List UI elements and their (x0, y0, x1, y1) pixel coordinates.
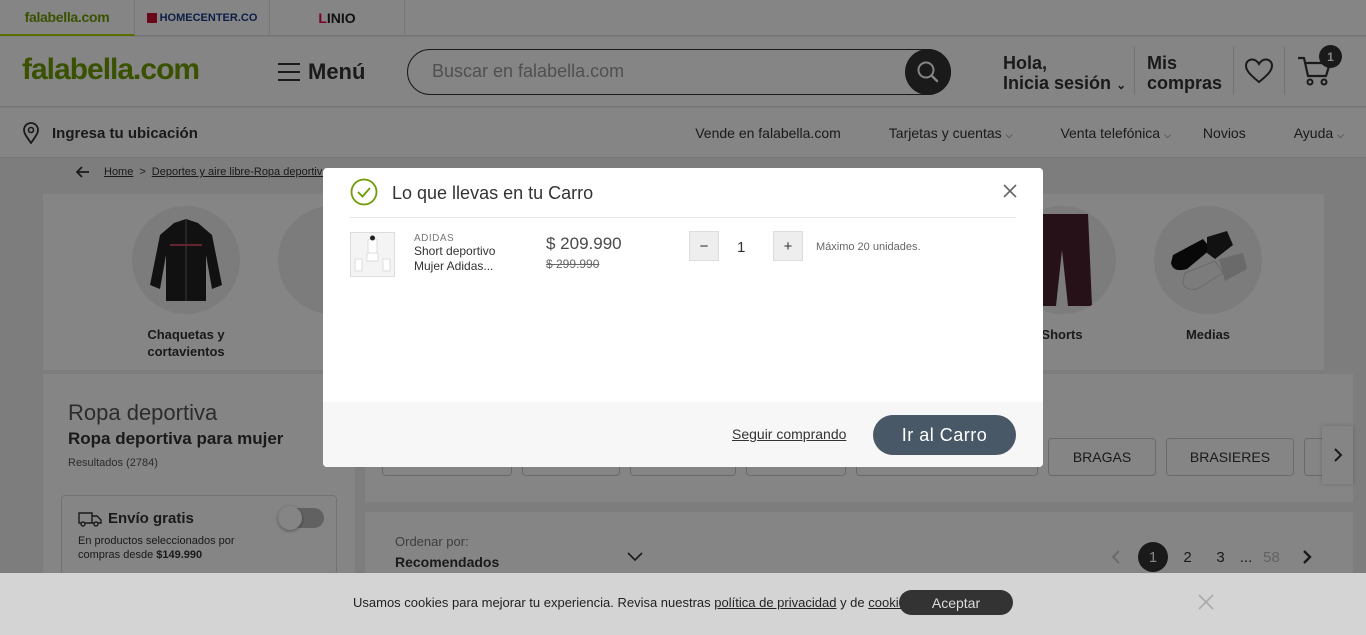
cookie-banner: Usamos cookies para mejorar tu experienc… (0, 573, 1366, 635)
privacy-policy-link[interactable]: política de privacidad (714, 595, 836, 610)
qty-value: 1 (737, 239, 746, 256)
qty-increase-button[interactable]: + (773, 231, 803, 261)
product-name: Short deportivo Mujer Adidas... (414, 244, 496, 273)
product-old-price: $ 299.990 (546, 257, 600, 271)
product-thumbnail (350, 232, 395, 277)
divider (350, 217, 1016, 218)
cookie-text-part: Usamos cookies para mejorar tu experienc… (353, 595, 711, 610)
qty-decrease-button[interactable]: − (689, 231, 719, 261)
close-icon[interactable] (1003, 184, 1017, 198)
accept-cookies-button[interactable]: Aceptar (899, 590, 1013, 615)
max-units-note: Máximo 20 unidades. (816, 241, 921, 253)
product-price: $ 209.990 (546, 234, 622, 253)
modal-footer: Seguir comprando Ir al Carro (323, 402, 1043, 467)
modal-title: Lo que llevas en tu Carro (392, 183, 594, 203)
cookie-text: Usamos cookies para mejorar tu experienc… (353, 595, 916, 610)
cookie-text-part: y de (840, 595, 865, 610)
go-to-cart-button[interactable]: Ir al Carro (873, 415, 1016, 455)
product-brand: ADIDAS (414, 233, 455, 244)
add-to-cart-modal: Lo que llevas en tu Carro ADIDAS Short d… (323, 168, 1043, 467)
check-circle-icon (350, 178, 378, 206)
continue-shopping-link[interactable]: Seguir comprando (732, 426, 846, 442)
close-icon[interactable] (1198, 594, 1214, 610)
